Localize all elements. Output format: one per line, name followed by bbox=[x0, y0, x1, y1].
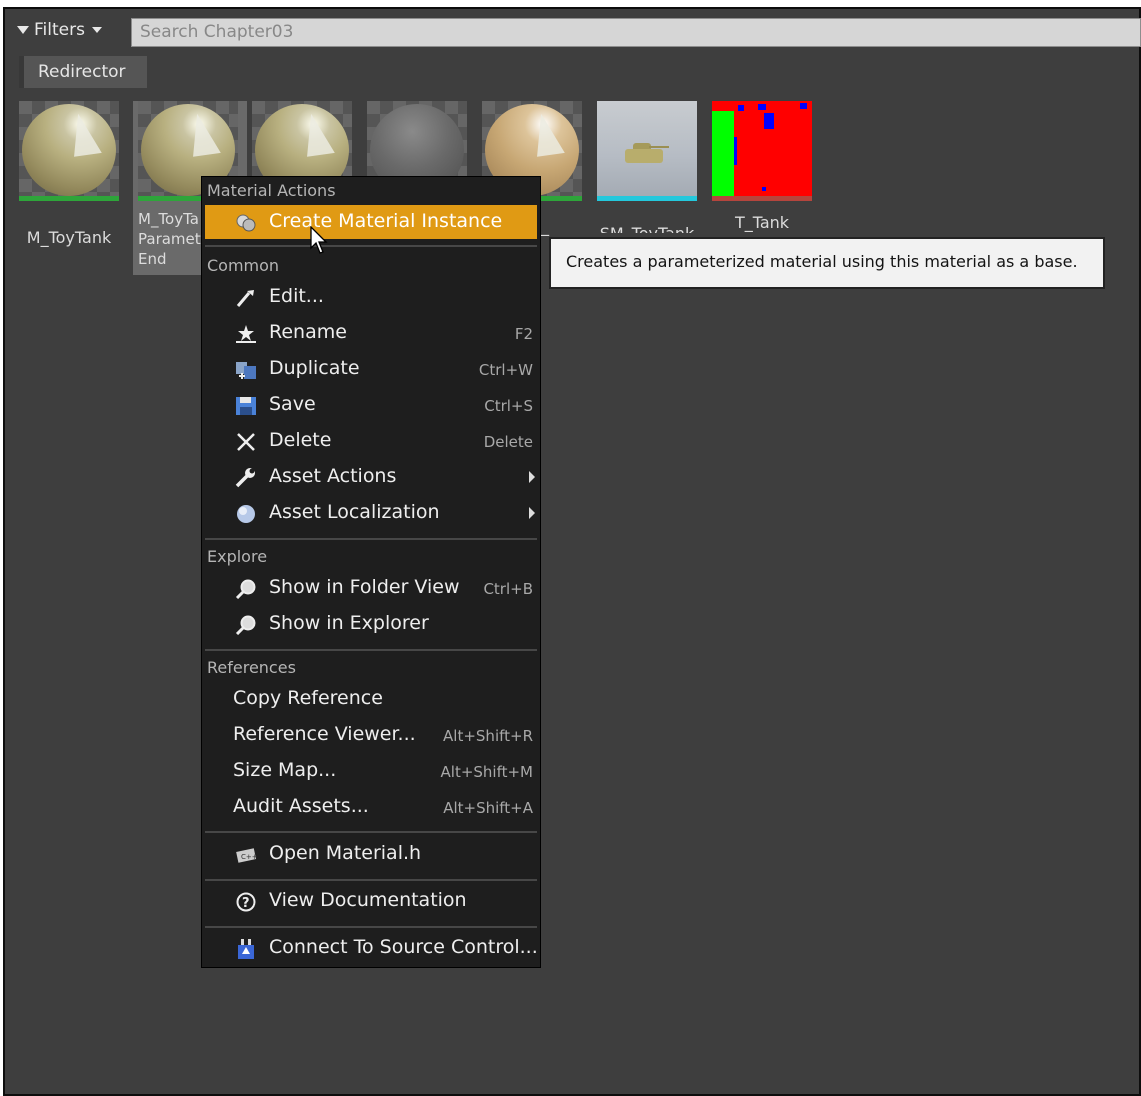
shortcut: Alt+Shift+R bbox=[443, 727, 533, 745]
open-material-h-item[interactable]: C++ Open Material.h bbox=[205, 837, 537, 871]
save-item[interactable]: Save Ctrl+S bbox=[205, 388, 537, 422]
asset-type-bar bbox=[597, 196, 697, 201]
show-in-folder-view-item[interactable]: Show in Folder View Ctrl+B bbox=[205, 571, 537, 605]
divider bbox=[205, 538, 537, 540]
shortcut: F2 bbox=[514, 325, 533, 343]
copy-reference-item[interactable]: Copy Reference bbox=[205, 682, 537, 716]
asset-thumbnail bbox=[19, 101, 119, 201]
rename-item[interactable]: Rename F2 bbox=[205, 316, 537, 350]
item-label: Reference Viewer... bbox=[233, 723, 416, 745]
asset-localization-item[interactable]: Asset Localization bbox=[205, 496, 537, 530]
wrench-icon bbox=[235, 468, 255, 488]
edit-icon bbox=[236, 290, 254, 307]
item-label: Asset Actions bbox=[269, 465, 397, 487]
divider bbox=[205, 831, 537, 833]
filters-label: Filters bbox=[34, 20, 85, 40]
item-label: Show in Explorer bbox=[269, 612, 429, 634]
asset-label: M_ToyTa Paramete End bbox=[138, 210, 208, 268]
delete-item[interactable]: Delete Delete bbox=[205, 424, 537, 458]
item-label: View Documentation bbox=[269, 889, 467, 911]
asset-thumbnail bbox=[712, 101, 812, 201]
asset-label: SM_ToyTank bbox=[597, 223, 697, 233]
submenu-arrow-icon bbox=[529, 507, 535, 519]
item-label: Open Material.h bbox=[269, 842, 422, 864]
save-icon bbox=[236, 397, 256, 415]
section-material-actions: Material Actions bbox=[207, 181, 336, 200]
search-input[interactable]: Search Chapter03 bbox=[131, 18, 1141, 47]
show-in-explorer-item[interactable]: Show in Explorer bbox=[205, 607, 537, 641]
item-label: Save bbox=[269, 393, 316, 415]
asset-actions-item[interactable]: Asset Actions bbox=[205, 460, 537, 494]
svg-text:?: ? bbox=[242, 896, 250, 911]
divider bbox=[205, 879, 537, 881]
asset-thumbnail bbox=[597, 101, 697, 201]
shortcut: Ctrl+B bbox=[483, 580, 533, 598]
shortcut: Alt+Shift+M bbox=[440, 763, 533, 781]
item-label: Delete bbox=[269, 429, 332, 451]
section-references: References bbox=[207, 658, 296, 677]
reference-viewer-item[interactable]: Reference Viewer... Alt+Shift+R bbox=[205, 718, 537, 752]
material-instance-icon bbox=[236, 214, 256, 232]
submenu-arrow-icon bbox=[529, 471, 535, 483]
help-icon: ? bbox=[236, 892, 256, 912]
view-documentation-item[interactable]: ? View Documentation bbox=[205, 884, 537, 918]
magnifier-icon bbox=[235, 615, 256, 635]
source-control-icon bbox=[238, 939, 254, 959]
divider bbox=[205, 649, 537, 651]
asset-tile[interactable]: SM_ToyTank bbox=[597, 101, 697, 233]
shortcut: Ctrl+S bbox=[484, 397, 533, 415]
asset-tile[interactable]: T_Tank bbox=[712, 101, 812, 232]
svg-text:C++: C++ bbox=[241, 853, 257, 861]
edit-item[interactable]: Edit... bbox=[205, 280, 537, 314]
connect-to-source-control-item[interactable]: Connect To Source Control... bbox=[205, 931, 538, 965]
item-label: Connect To Source Control... bbox=[269, 936, 538, 958]
item-label: Show in Folder View bbox=[269, 576, 460, 598]
section-explore: Explore bbox=[207, 547, 268, 566]
asset-label: T_Tank bbox=[734, 213, 790, 232]
rename-icon bbox=[236, 325, 256, 343]
divider bbox=[205, 245, 537, 247]
tooltip: Creates a parameterized material using t… bbox=[549, 237, 1105, 289]
asset-type-bar bbox=[712, 196, 812, 201]
redirector-filter-chip[interactable]: Redirector bbox=[19, 56, 147, 88]
magnifier-icon bbox=[235, 579, 256, 599]
item-label: Copy Reference bbox=[233, 687, 383, 709]
duplicate-icon bbox=[236, 362, 256, 379]
item-label: Size Map... bbox=[233, 759, 337, 781]
duplicate-item[interactable]: Duplicate Ctrl+W bbox=[205, 352, 537, 386]
item-label: Audit Assets... bbox=[233, 795, 369, 817]
size-map-item[interactable]: Size Map... Alt+Shift+M bbox=[205, 754, 537, 788]
asset-label: M_ToyTank bbox=[26, 228, 112, 247]
globe-icon bbox=[237, 505, 255, 523]
item-label: Duplicate bbox=[269, 357, 360, 379]
code-file-icon: C++ bbox=[236, 848, 257, 863]
item-label: Edit... bbox=[269, 285, 324, 307]
divider bbox=[205, 926, 537, 928]
delete-icon bbox=[237, 433, 255, 451]
asset-tile[interactable]: M_ToyTank bbox=[19, 101, 119, 247]
shortcut: Delete bbox=[483, 433, 533, 451]
item-label: Rename bbox=[269, 321, 347, 343]
context-menu: Material Actions Create Material Instanc… bbox=[201, 176, 541, 968]
item-label: Create Material Instance bbox=[269, 210, 503, 232]
chevron-down-icon bbox=[91, 27, 102, 33]
section-common: Common bbox=[207, 256, 280, 275]
shortcut: Ctrl+W bbox=[478, 361, 533, 379]
item-label: Asset Localization bbox=[269, 501, 440, 523]
content-browser: Filters Search Chapter03 Redirector M_To… bbox=[3, 7, 1141, 1096]
funnel-icon bbox=[17, 26, 29, 34]
audit-assets-item[interactable]: Audit Assets... Alt+Shift+A bbox=[205, 790, 537, 824]
create-material-instance-item[interactable]: Create Material Instance bbox=[205, 205, 537, 239]
filters-button[interactable]: Filters bbox=[17, 16, 102, 44]
asset-type-bar bbox=[19, 196, 119, 201]
shortcut: Alt+Shift+A bbox=[443, 799, 533, 817]
mouse-cursor-icon bbox=[310, 226, 328, 254]
